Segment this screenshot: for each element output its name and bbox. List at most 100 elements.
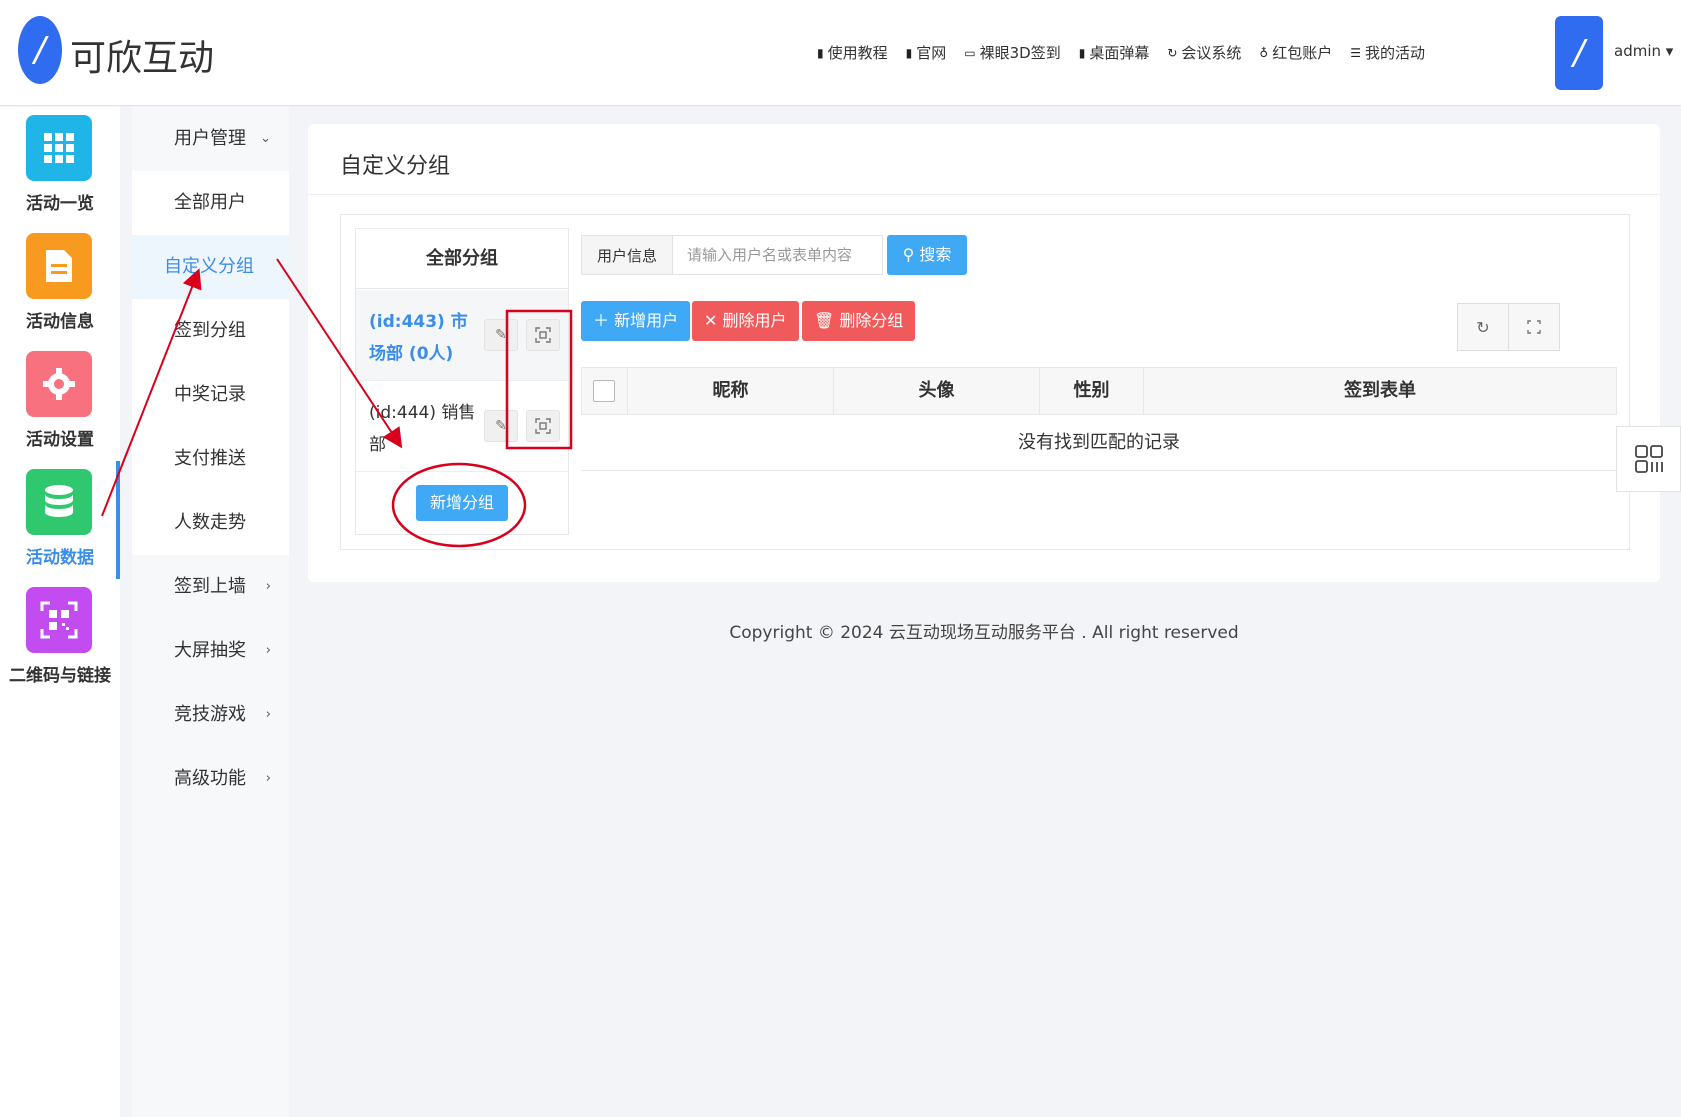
users-table: 昵称 头像 性别 签到表单 没有找到匹配的记录 <box>581 367 1617 471</box>
edit-group-button[interactable]: ✎ <box>484 319 518 351</box>
menu-label: 竞技游戏 <box>174 704 246 725</box>
sub-menu: 用户管理 ⌄ 全部用户 自定义分组 签到分组 中奖记录 支付推送 人数走势 签到… <box>132 107 289 1117</box>
add-group-button[interactable]: 新增分组 <box>416 485 508 521</box>
document-icon <box>26 233 92 299</box>
user-menu[interactable]: admin ▾ <box>1614 42 1673 60</box>
button-label: 新增用户 <box>614 311 679 330</box>
chevron-right-icon: › <box>265 643 271 658</box>
top-nav: ▮ 使用教程 ▮ 官网 ▭ 裸眼3D签到 ▮ 桌面弹幕 ↻ 会议系统 ♁ 红包账… <box>817 42 1425 63</box>
sidebar-item-activity-settings[interactable]: 活动设置 <box>0 343 120 461</box>
sidebar-label: 活动数据 <box>26 548 94 568</box>
app-title[interactable]: 可欣互动 <box>70 29 214 81</box>
pencil-icon: ✎ <box>495 418 507 434</box>
menu-label: 中奖记录 <box>174 384 246 405</box>
fullscreen-button[interactable] <box>1508 303 1560 351</box>
sidebar-item-activity-list[interactable]: 活动一览 <box>0 107 120 225</box>
qrcode-icon <box>1634 445 1663 473</box>
topnav-label: 使用教程 <box>827 44 888 62</box>
select-all-checkbox[interactable] <box>593 380 615 402</box>
column-header[interactable]: 头像 <box>834 368 1040 414</box>
groups-header[interactable]: 全部分组 <box>356 229 568 289</box>
menu-checkin-wall[interactable]: 签到上墙 › <box>132 555 289 619</box>
sidebar-item-activity-info[interactable]: 活动信息 <box>0 225 120 343</box>
gear-icon <box>26 351 92 417</box>
card-body: 全部分组 (id:443) 市场部 (0人) ✎ (id:444) 销售部 ✎ <box>340 214 1630 550</box>
scan-icon <box>535 327 551 343</box>
sidebar-item-qrcode-links[interactable]: 二维码与链接 <box>0 579 120 697</box>
menu-label: 用户管理 <box>174 128 246 149</box>
menu-label: 高级功能 <box>174 768 246 789</box>
logo-icon[interactable]: / <box>18 16 62 84</box>
search-icon: ⚲ <box>902 245 915 264</box>
trash-icon: 🗑 <box>814 311 835 330</box>
table-header: 昵称 头像 性别 签到表单 <box>581 367 1617 415</box>
group-qrcode-button[interactable] <box>526 410 560 442</box>
column-header[interactable]: 昵称 <box>628 368 834 414</box>
search-label: 用户信息 <box>581 235 673 275</box>
menu-prize-records[interactable]: 中奖记录 <box>132 363 289 427</box>
chevron-right-icon: › <box>265 771 271 786</box>
scan-icon <box>535 418 551 434</box>
topnav-meeting[interactable]: ↻ 会议系统 <box>1167 42 1241 63</box>
groups-panel: 全部分组 (id:443) 市场部 (0人) ✎ (id:444) 销售部 ✎ <box>355 228 569 535</box>
topnav-redpacket[interactable]: ♁ 红包账户 <box>1259 42 1332 63</box>
empty-state: 没有找到匹配的记录 <box>581 415 1617 471</box>
topnav-label: 我的活动 <box>1364 44 1425 62</box>
floating-qrcode-button[interactable] <box>1616 426 1681 492</box>
topnav-website[interactable]: ▮ 官网 <box>906 42 947 63</box>
menu-custom-groups[interactable]: 自定义分组 <box>132 235 289 299</box>
menu-payment-push[interactable]: 支付推送 <box>132 427 289 491</box>
menu-label: 自定义分组 <box>164 256 254 277</box>
group-item[interactable]: (id:443) 市场部 (0人) ✎ <box>356 290 568 381</box>
menu-label: 支付推送 <box>174 448 246 469</box>
topnav-label: 红包账户 <box>1272 44 1333 62</box>
group-item[interactable]: (id:444) 销售部 ✎ <box>356 381 568 472</box>
topnav-danmaku[interactable]: ▮ 桌面弹幕 <box>1079 42 1150 63</box>
chevron-down-icon: ⌄ <box>260 131 271 146</box>
topnav-label: 会议系统 <box>1181 44 1242 62</box>
column-header[interactable]: 性别 <box>1040 368 1144 414</box>
add-user-button[interactable]: ＋ 新增用户 <box>581 301 691 341</box>
main-card: 自定义分组 全部分组 (id:443) 市场部 (0人) ✎ (id:444) … <box>308 124 1660 582</box>
menu-user-management[interactable]: 用户管理 ⌄ <box>132 107 289 171</box>
topnav-my-activities[interactable]: ☰ 我的活动 <box>1350 42 1425 63</box>
chevron-right-icon: › <box>265 707 271 722</box>
menu-lottery[interactable]: 大屏抽奖 › <box>132 619 289 683</box>
delete-user-button[interactable]: ✕ 删除用户 <box>692 301 799 341</box>
delete-group-button[interactable]: 🗑 删除分组 <box>802 301 916 341</box>
menu-advanced[interactable]: 高级功能 › <box>132 747 289 811</box>
edit-group-button[interactable]: ✎ <box>484 410 518 442</box>
document-icon: ▮ <box>905 45 913 60</box>
menu-all-users[interactable]: 全部用户 <box>132 171 289 235</box>
top-header: / 可欣互动 ▮ 使用教程 ▮ 官网 ▭ 裸眼3D签到 ▮ 桌面弹幕 ↻ 会议系… <box>0 0 1681 106</box>
menu-games[interactable]: 竞技游戏 › <box>132 683 289 747</box>
location-icon: ♁ <box>1259 45 1269 60</box>
close-icon: ✕ <box>704 311 718 330</box>
search-button[interactable]: ⚲ 搜索 <box>887 235 967 275</box>
refresh-button[interactable]: ↻ <box>1457 303 1509 351</box>
sidebar-label: 活动一览 <box>26 194 94 214</box>
document-icon: ▮ <box>1078 45 1086 60</box>
sidebar-item-activity-data[interactable]: 活动数据 <box>0 461 120 579</box>
topnav-3d-checkin[interactable]: ▭ 裸眼3D签到 <box>964 42 1060 63</box>
avatar[interactable]: / <box>1555 16 1603 90</box>
topnav-tutorial[interactable]: ▮ 使用教程 <box>817 42 888 63</box>
search-button-label: 搜索 <box>919 245 952 264</box>
group-name: (id:443) 市场部 (0人) <box>369 312 468 364</box>
page-title: 自定义分组 <box>340 154 451 179</box>
menu-label: 大屏抽奖 <box>174 640 246 661</box>
group-qrcode-button[interactable] <box>526 319 560 351</box>
icon-sidebar: 活动一览 活动信息 活动设置 活动数据 二维码与链接 <box>0 107 120 1117</box>
column-header[interactable]: 签到表单 <box>1144 368 1616 414</box>
database-icon <box>26 469 92 535</box>
search-input[interactable] <box>672 235 883 275</box>
menu-checkin-groups[interactable]: 签到分组 <box>132 299 289 363</box>
menu-label: 签到上墙 <box>174 576 246 597</box>
topnav-label: 官网 <box>916 44 947 62</box>
pencil-icon: ✎ <box>495 327 507 343</box>
menu-trend[interactable]: 人数走势 <box>132 491 289 555</box>
topnav-label: 桌面弹幕 <box>1089 44 1150 62</box>
copyright: Copyright © 2024 云互动现场互动服务平台 . All right… <box>729 623 1239 643</box>
chevron-right-icon: › <box>265 579 271 594</box>
grid-icon <box>26 115 92 181</box>
